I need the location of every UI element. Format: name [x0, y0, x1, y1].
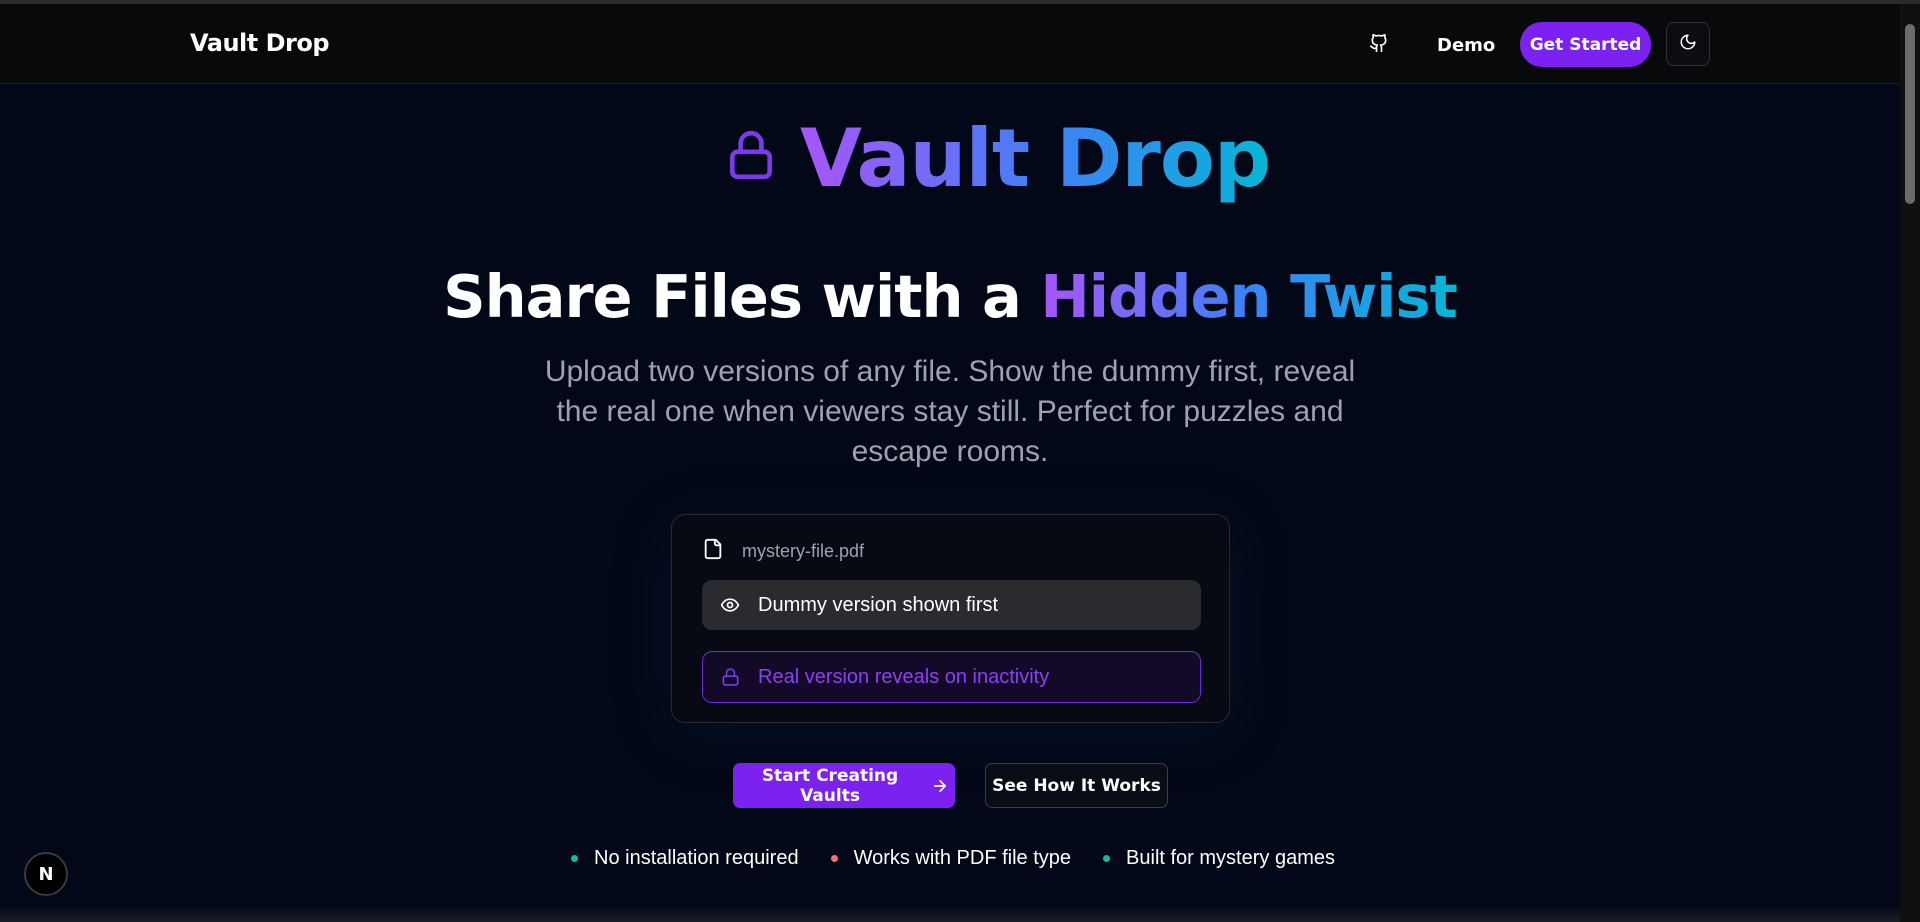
file-row: mystery-file.pdf [702, 537, 864, 566]
demo-link[interactable]: Demo [1437, 35, 1495, 56]
feature-dot [830, 855, 838, 862]
file-preview-card: mystery-file.pdf Dummy version shown fir… [671, 514, 1230, 723]
lock-icon [721, 667, 740, 687]
scrollbar-thumb[interactable] [1905, 24, 1915, 204]
feature-list: No installation required Works with PDF … [571, 847, 1335, 870]
theme-toggle-button[interactable] [1666, 22, 1710, 66]
headline-plain: Share Files with a [443, 262, 1022, 331]
hero-headline: Share Files with a Hidden Twist [0, 262, 1900, 331]
feature-label: No installation required [594, 847, 799, 869]
headline-highlight: Hidden Twist [1040, 262, 1457, 331]
feature-label: Works with PDF file type [853, 847, 1072, 869]
feature-dot [571, 855, 578, 862]
hero-logo-text: Vault Drop [800, 112, 1271, 205]
feature-item: Built for mystery games [1103, 847, 1335, 870]
feature-label: Built for mystery games [1126, 847, 1335, 869]
arrow-right-icon [931, 777, 949, 795]
start-creating-vaults-label: Start Creating Vaults [761, 765, 899, 806]
nextjs-dev-badge[interactable]: N [24, 852, 68, 896]
github-link[interactable] [1364, 30, 1394, 60]
see-how-it-works-button[interactable]: See How It Works [985, 763, 1168, 808]
feature-item: Works with PDF file type [830, 847, 1072, 870]
dummy-version-row: Dummy version shown first [702, 580, 1201, 630]
feature-item: No installation required [571, 847, 799, 870]
page-scrollbar[interactable] [1900, 4, 1920, 922]
feature-dot [1103, 855, 1111, 862]
real-version-text: Real version reveals on inactivity [758, 665, 1050, 688]
eye-icon [720, 595, 740, 615]
brand-logo[interactable]: Vault Drop [190, 29, 330, 57]
bottom-fade [0, 905, 1900, 922]
get-started-button[interactable]: Get Started [1520, 22, 1651, 67]
hero-logo: Vault Drop [726, 112, 1271, 205]
hero-subtitle: Upload two versions of any file. Show th… [544, 355, 1356, 468]
start-creating-vaults-button[interactable]: Start Creating Vaults [733, 763, 955, 808]
moon-icon [1679, 33, 1697, 56]
real-version-row: Real version reveals on inactivity [702, 651, 1201, 703]
file-name: mystery-file.pdf [742, 541, 865, 561]
file-icon [702, 537, 724, 566]
github-icon [1369, 33, 1389, 58]
navbar: Vault Drop Demo Get Started [0, 4, 1900, 84]
lock-icon [726, 129, 776, 188]
dummy-version-text: Dummy version shown first [758, 593, 999, 616]
